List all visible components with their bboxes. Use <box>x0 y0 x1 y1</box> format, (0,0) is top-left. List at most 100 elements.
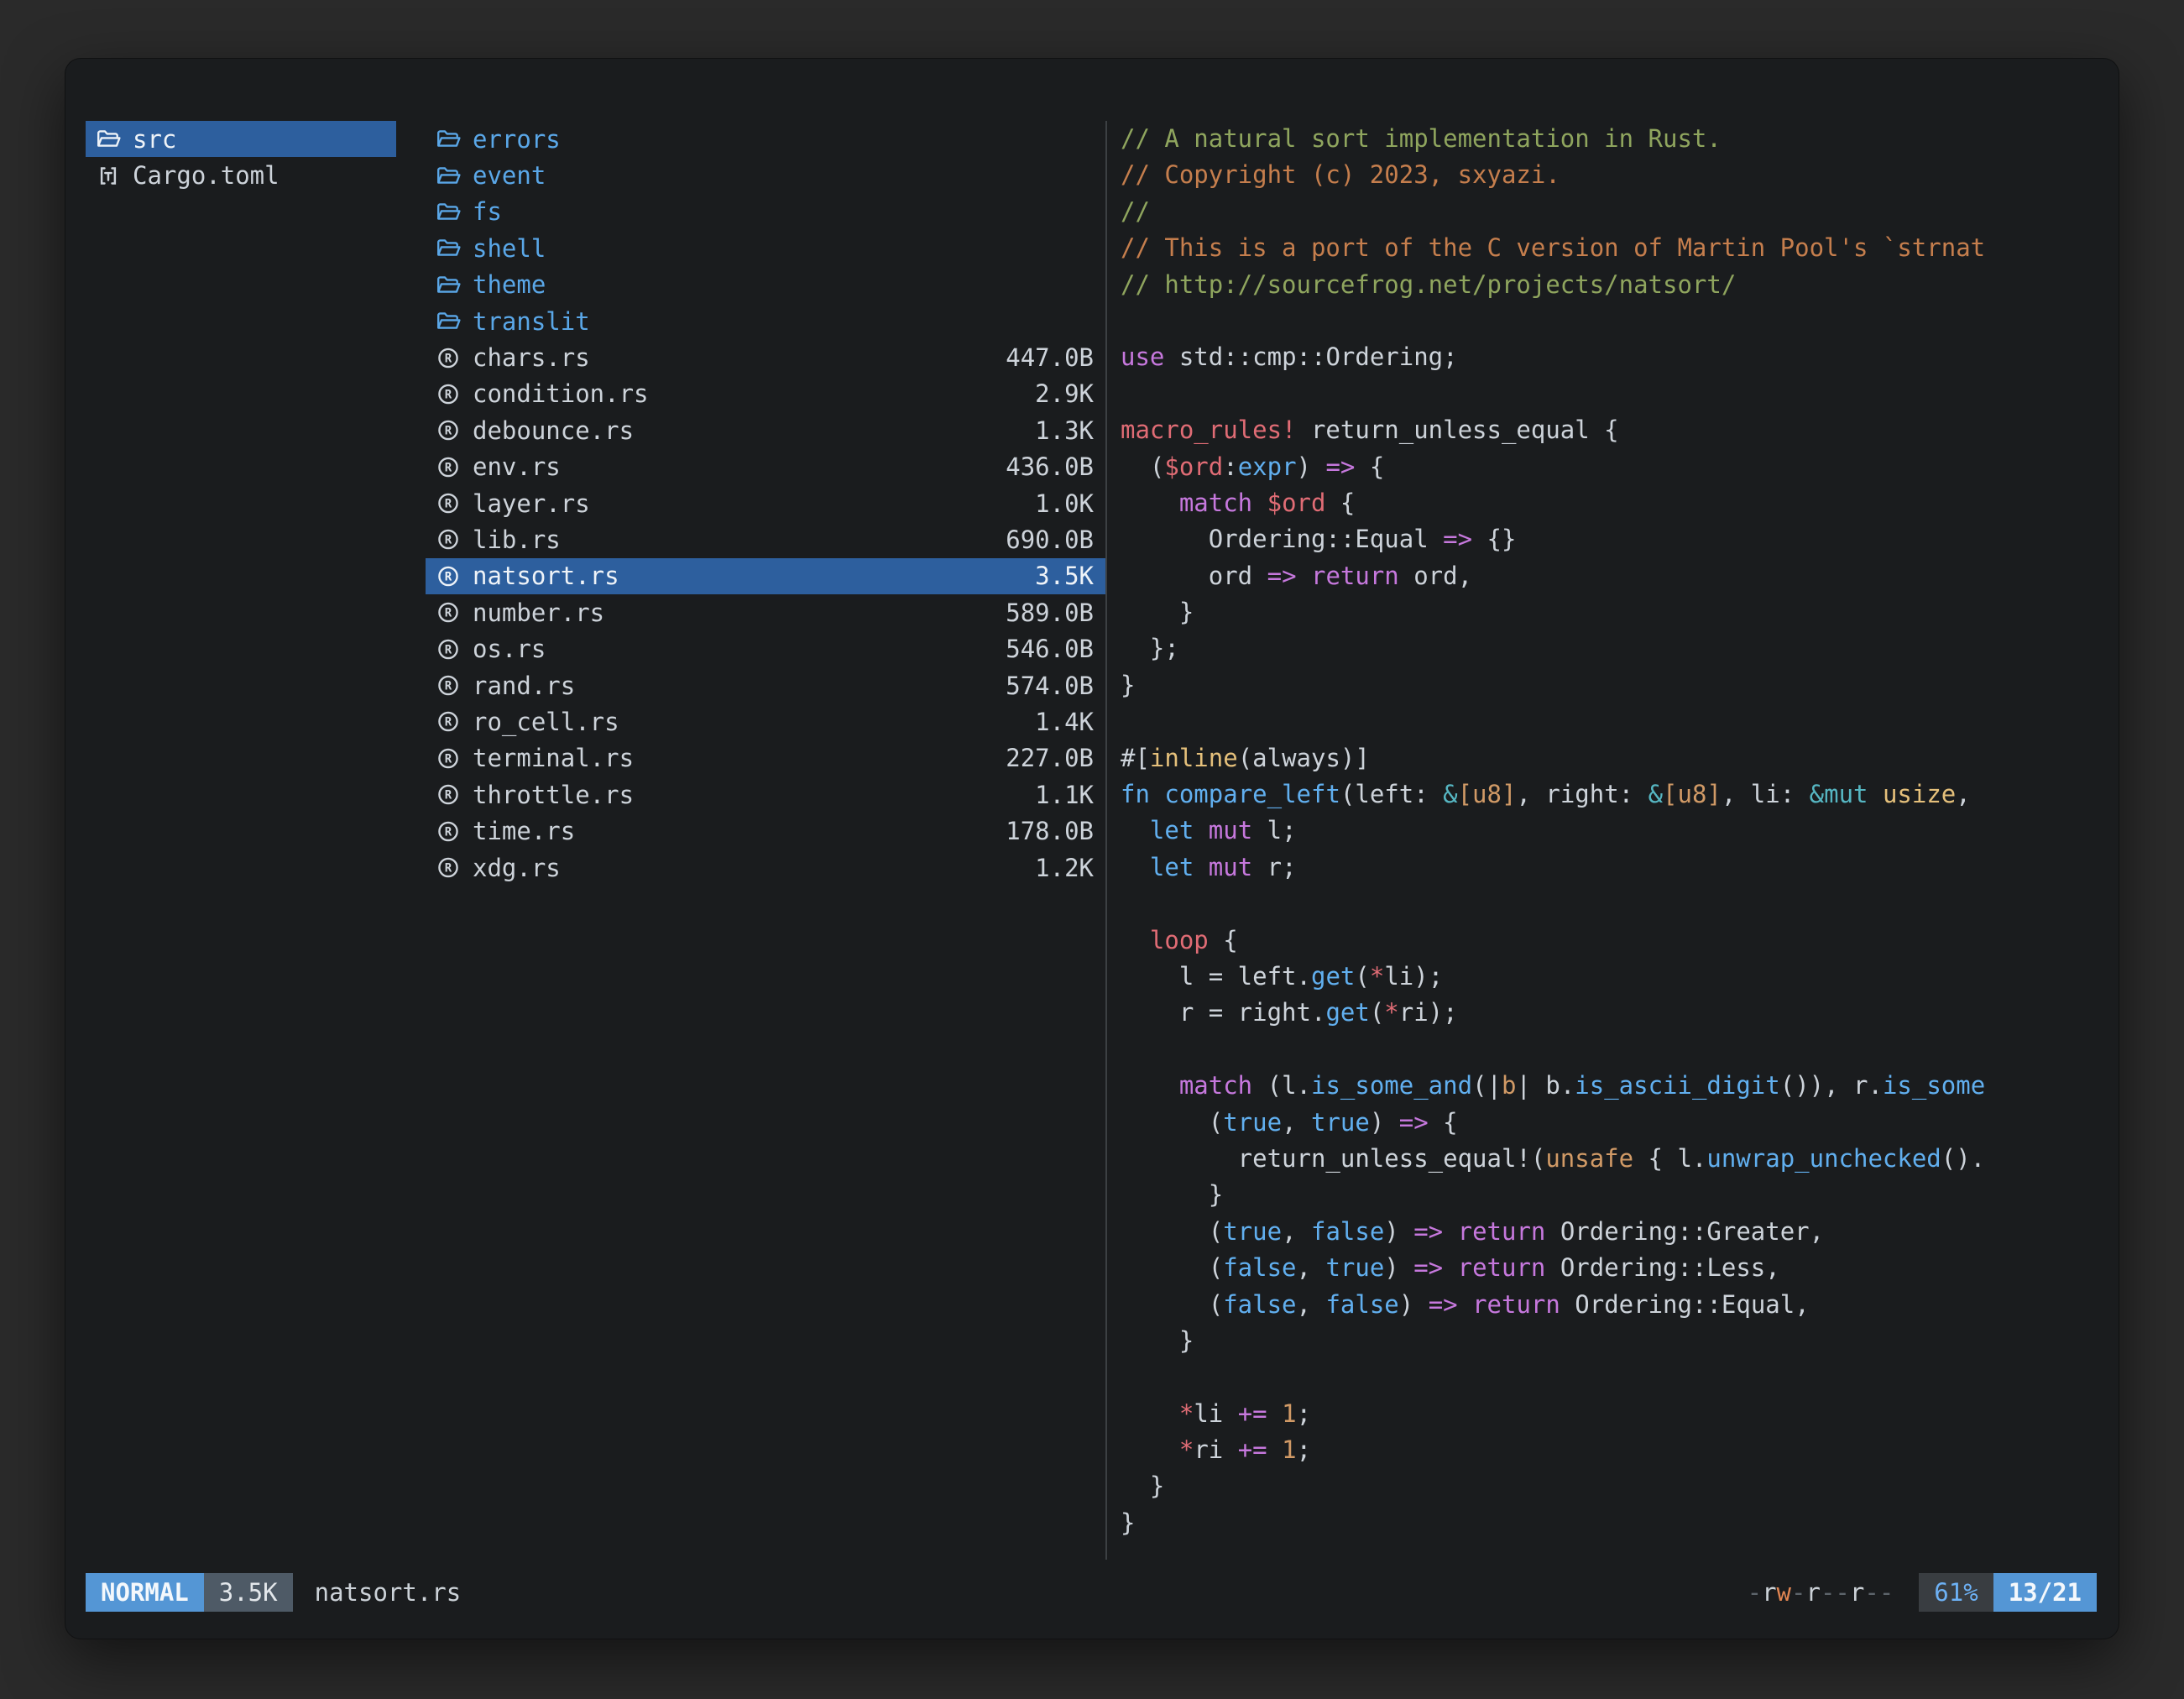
file-row[interactable]: Ros.rs 546.0B <box>426 630 1105 667</box>
file-row[interactable]: Rlib.rs690.0B <box>426 521 1105 557</box>
code-line <box>1121 376 2097 412</box>
code-line: } <box>1121 1177 2097 1213</box>
svg-text:R: R <box>445 680 452 693</box>
code-line <box>1121 303 2097 339</box>
code-line: // http://sourcefrog.net/projects/natsor… <box>1121 267 2097 303</box>
dir-row[interactable]: shell <box>426 230 1105 266</box>
folder-icon <box>434 201 462 223</box>
svg-text:R: R <box>445 534 452 547</box>
code-line: Ordering::Equal => {} <box>1121 521 2097 557</box>
folder-icon <box>434 165 462 187</box>
svg-text:R: R <box>445 461 452 474</box>
dir-row[interactable]: translit <box>426 303 1105 339</box>
file-size: 574.0B <box>1006 672 1094 700</box>
file-name: errors <box>473 125 561 154</box>
code-line: } <box>1121 1323 2097 1359</box>
code-line: // A natural sort implementation in Rust… <box>1121 121 2097 157</box>
file-name: debounce.rs <box>473 416 634 445</box>
rust-icon: R <box>434 638 462 661</box>
folder-icon <box>94 128 123 150</box>
file-row[interactable]: Rtime.rs178.0B <box>426 813 1105 849</box>
dir-row[interactable]: theme <box>426 267 1105 303</box>
code-line: macro_rules! return_unless_equal { <box>1121 412 2097 448</box>
file-size: 1.3K <box>1035 416 1094 445</box>
code-line <box>1121 703 2097 740</box>
file-row[interactable]: Rxdg.rs1.2K <box>426 850 1105 886</box>
file-name: env.rs <box>473 452 561 481</box>
code-line: #[inline(always)] <box>1121 740 2097 776</box>
file-preview-pane: // A natural sort implementation in Rust… <box>1105 121 2097 1560</box>
file-row[interactable]: Rterminal.rs227.0B <box>426 740 1105 776</box>
code-line: l = left.get(*li); <box>1121 959 2097 995</box>
folder-icon <box>434 274 462 296</box>
file-size: 436.0B <box>1006 452 1094 481</box>
file-size: 1.4K <box>1035 708 1094 736</box>
svg-text:R: R <box>445 571 452 584</box>
file-row[interactable]: Rnatsort.rs3.5K <box>426 558 1105 594</box>
svg-text:R: R <box>445 352 452 365</box>
file-row[interactable]: Rlayer.rs1.0K <box>426 485 1105 521</box>
file-row[interactable]: Rro_cell.rs1.4K <box>426 703 1105 740</box>
code-line: loop { <box>1121 923 2097 959</box>
code-line: } <box>1121 667 2097 703</box>
rust-icon: R <box>434 856 462 879</box>
mode-badge: NORMAL <box>86 1573 204 1612</box>
folder-icon <box>434 237 462 259</box>
file-name: throttle.rs <box>473 781 634 809</box>
file-row[interactable]: Renv.rs 436.0B <box>426 449 1105 485</box>
svg-text:R: R <box>445 607 452 620</box>
file-name: fs <box>473 197 502 226</box>
code-line: (true, false) => return Ordering::Greate… <box>1121 1214 2097 1250</box>
file-size: 3.5K <box>1035 562 1094 590</box>
file-size: 2.9K <box>1035 379 1094 408</box>
svg-text:R: R <box>445 425 452 438</box>
code-line: r = right.get(*ri); <box>1121 995 2097 1031</box>
dir-row[interactable]: event <box>426 157 1105 193</box>
code-line: ($ord:expr) => { <box>1121 449 2097 485</box>
file-row[interactable]: Cargo.toml <box>86 157 396 193</box>
file-size: 546.0B <box>1006 635 1094 663</box>
svg-text:R: R <box>445 643 452 656</box>
rust-icon: R <box>434 674 462 697</box>
file-row[interactable]: Rrand.rs574.0B <box>426 667 1105 703</box>
file-name: event <box>473 161 546 190</box>
file-row[interactable]: Rcondition.rs2.9K <box>426 376 1105 412</box>
code-line: fn compare_left(left: &[u8], right: &[u8… <box>1121 776 2097 813</box>
file-name: os.rs <box>473 635 546 663</box>
code-line: // This is a port of the C version of Ma… <box>1121 230 2097 266</box>
yazi-window: srcCargo.toml errors event fs shell themetra… <box>65 59 2119 1639</box>
dir-row[interactable]: fs <box>426 194 1105 230</box>
dir-row[interactable]: src <box>86 121 396 157</box>
file-size: 178.0B <box>1006 817 1094 845</box>
status-spacer <box>461 1573 1747 1612</box>
code-line: } <box>1121 1505 2097 1541</box>
rust-icon: R <box>434 601 462 624</box>
dir-row[interactable]: errors <box>426 121 1105 157</box>
file-row[interactable]: Rthrottle.rs1.1K <box>426 776 1105 813</box>
file-row[interactable]: Rdebounce.rs 1.3K <box>426 412 1105 448</box>
rust-icon: R <box>434 565 462 588</box>
rust-icon: R <box>434 820 462 843</box>
code-line: (true, true) => { <box>1121 1105 2097 1141</box>
svg-text:R: R <box>445 862 452 876</box>
file-row[interactable]: Rchars.rs447.0B <box>426 339 1105 375</box>
rust-icon: R <box>434 528 462 551</box>
rust-icon: R <box>434 783 462 806</box>
permissions-text: -rw-r--r-- <box>1748 1573 1894 1612</box>
code-line: } <box>1121 1468 2097 1504</box>
scroll-percent-badge: 61% <box>1919 1573 1993 1612</box>
code-line: } <box>1121 594 2097 630</box>
file-name: shell <box>473 234 546 263</box>
panes-container: srcCargo.toml errors event fs shell themetra… <box>65 59 2119 1566</box>
code-line: match (l.is_some_and(|b| b.is_ascii_digi… <box>1121 1068 2097 1104</box>
svg-text:R: R <box>445 753 452 766</box>
code-line: }; <box>1121 630 2097 667</box>
rust-icon: R <box>434 492 462 515</box>
code-line: let mut l; <box>1121 813 2097 849</box>
svg-text:R: R <box>445 498 452 511</box>
file-row[interactable]: Rnumber.rs589.0B <box>426 594 1105 630</box>
code-line: return_unless_equal!(unsafe { l.unwrap_u… <box>1121 1141 2097 1177</box>
code-line <box>1121 1032 2097 1068</box>
file-size-badge: 3.5K <box>204 1573 293 1612</box>
file-name: xdg.rs <box>473 854 561 882</box>
